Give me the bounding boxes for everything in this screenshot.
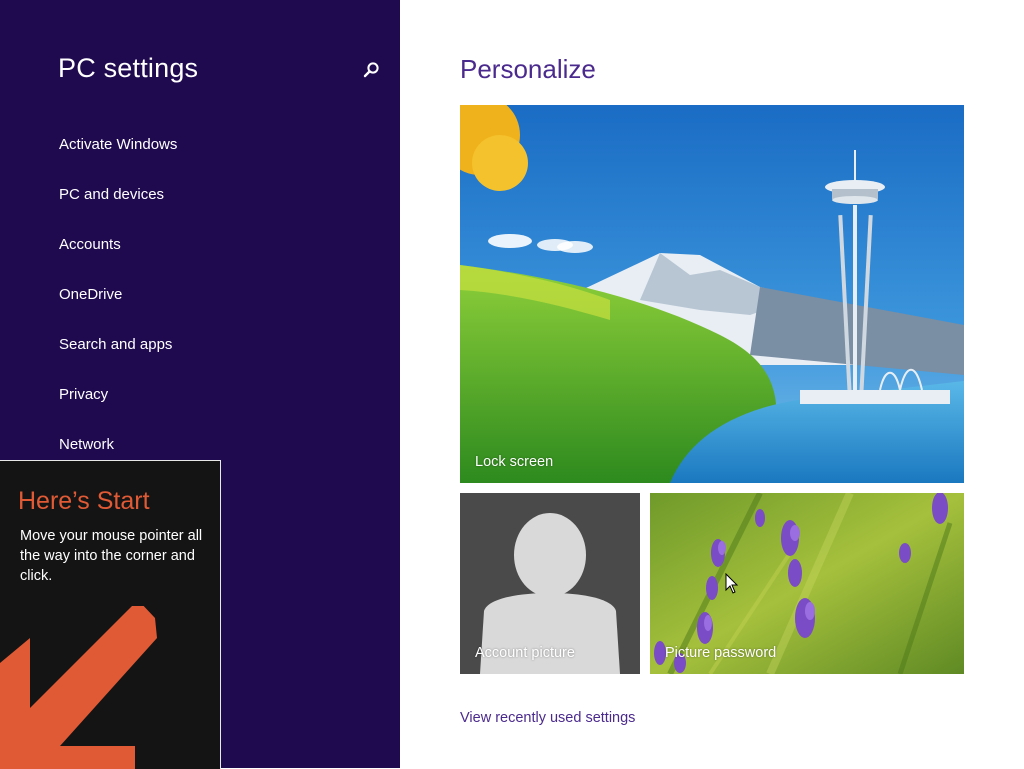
- search-icon[interactable]: [360, 60, 382, 82]
- mouse-cursor-icon: [725, 573, 739, 594]
- sidebar-item-onedrive[interactable]: OneDrive: [59, 285, 122, 305]
- app-title: PC settings: [58, 53, 199, 83]
- sidebar-item-activate-windows[interactable]: Activate Windows: [59, 135, 177, 155]
- sidebar-item-search-and-apps[interactable]: Search and apps: [59, 335, 172, 355]
- sidebar-item-network[interactable]: Network: [59, 435, 114, 455]
- view-recent-settings-link[interactable]: View recently used settings: [460, 710, 635, 726]
- sidebar-item-accounts[interactable]: Accounts: [59, 235, 121, 255]
- lock-screen-tile[interactable]: Lock screen: [460, 105, 964, 483]
- sidebar-item-pc-and-devices[interactable]: PC and devices: [59, 185, 164, 205]
- account-picture-tile[interactable]: Account picture: [460, 493, 640, 674]
- picture-password-label: Picture password: [665, 645, 777, 661]
- account-picture-label: Account picture: [475, 645, 575, 661]
- sidebar-item-privacy[interactable]: Privacy: [59, 385, 108, 405]
- tip-body: Move your mouse pointer all the way into…: [20, 528, 203, 584]
- arrow-down-left-icon: [0, 606, 157, 769]
- tip-title: Here’s Start: [18, 487, 150, 515]
- lock-screen-image: [460, 105, 964, 483]
- lock-screen-label: Lock screen: [475, 454, 554, 470]
- start-tip-panel: Here’s Start Move your mouse pointer all…: [0, 460, 221, 769]
- page-title: Personalize: [460, 54, 596, 84]
- picture-password-tile[interactable]: Picture password: [650, 493, 964, 674]
